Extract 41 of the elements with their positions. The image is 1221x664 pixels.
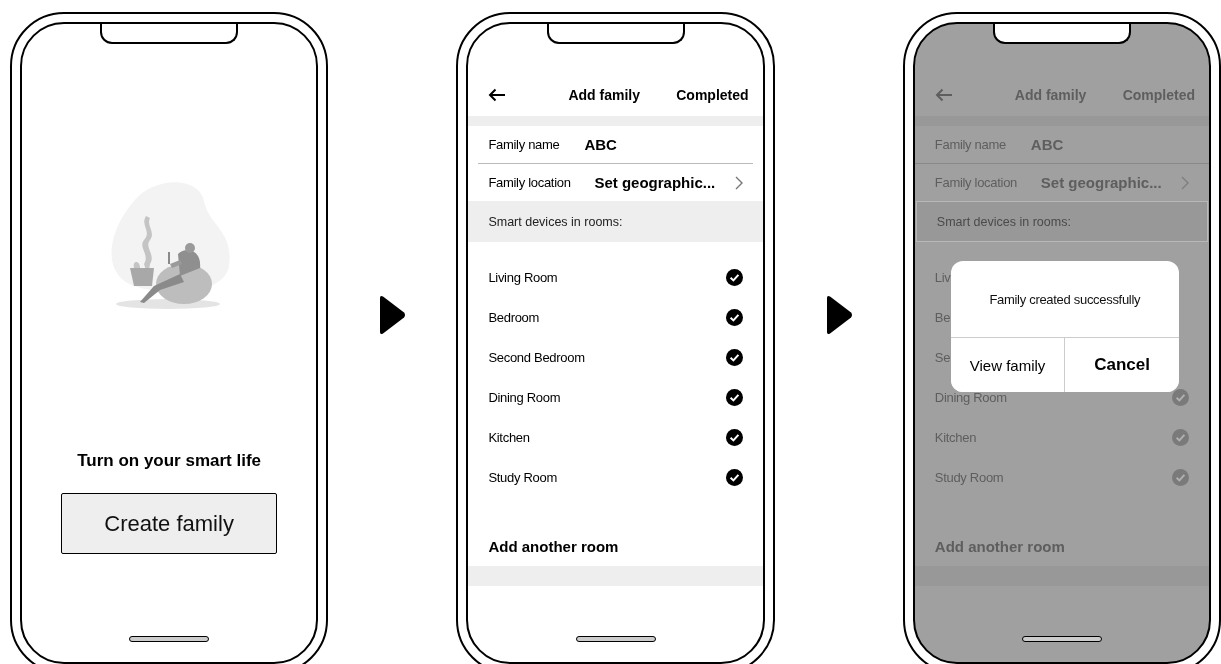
section-header: Smart devices in rooms: <box>468 201 763 242</box>
add-room-button[interactable]: Add another room <box>468 526 763 566</box>
create-family-button[interactable]: Create family <box>61 493 278 554</box>
field-label: Family location <box>934 175 1018 190</box>
room-name: Living Room <box>488 269 558 285</box>
room-name: Study Room <box>934 469 1004 485</box>
room-row[interactable]: Dining Room <box>468 377 763 417</box>
back-arrow-icon <box>934 88 953 102</box>
room-name: Kitchen <box>934 429 977 445</box>
dialog-button[interactable]: Cancel <box>1064 338 1179 392</box>
dialog-message: Family created successfully <box>988 290 1142 309</box>
field-value: ABC <box>584 136 617 153</box>
section-header: Smart devices in rooms: <box>915 201 1208 242</box>
room-name: Kitchen <box>488 429 530 445</box>
chevron-right-icon <box>734 175 743 190</box>
room-name: Second Bedroom <box>488 349 585 365</box>
field-value: Set geographic... <box>594 174 716 191</box>
welcome-title: Turn on your smart life <box>77 451 262 471</box>
field-label: Family location <box>488 175 572 190</box>
field-value: ABC <box>1030 136 1064 153</box>
arrow-icon <box>824 295 853 335</box>
field-label: Family name <box>934 137 1007 152</box>
room-name: Bedroom <box>488 309 540 325</box>
room-row[interactable]: Bedroom <box>468 297 763 337</box>
room-name: Dining Room <box>488 389 561 405</box>
room-name: Dining Room <box>934 389 1007 405</box>
room-row[interactable]: Kitchen <box>468 417 763 457</box>
room-row[interactable]: Study Room <box>468 457 763 497</box>
field-value: Set geographic... <box>1040 174 1162 191</box>
room-name: Liv <box>934 269 951 285</box>
screen-title: Add family <box>1014 87 1087 103</box>
chevron-right-icon <box>1181 175 1189 190</box>
room-row[interactable]: Second Bedroom <box>468 337 763 377</box>
arrow-icon <box>378 295 407 335</box>
screen-title: Add family <box>568 87 640 103</box>
field-label: Family name <box>488 137 561 152</box>
back-arrow-icon <box>488 88 507 102</box>
room-row[interactable]: Living Room <box>468 257 763 297</box>
completed-button[interactable]: Completed <box>676 87 749 103</box>
room-name: Study Room <box>488 469 557 485</box>
back-button[interactable] <box>488 88 507 102</box>
